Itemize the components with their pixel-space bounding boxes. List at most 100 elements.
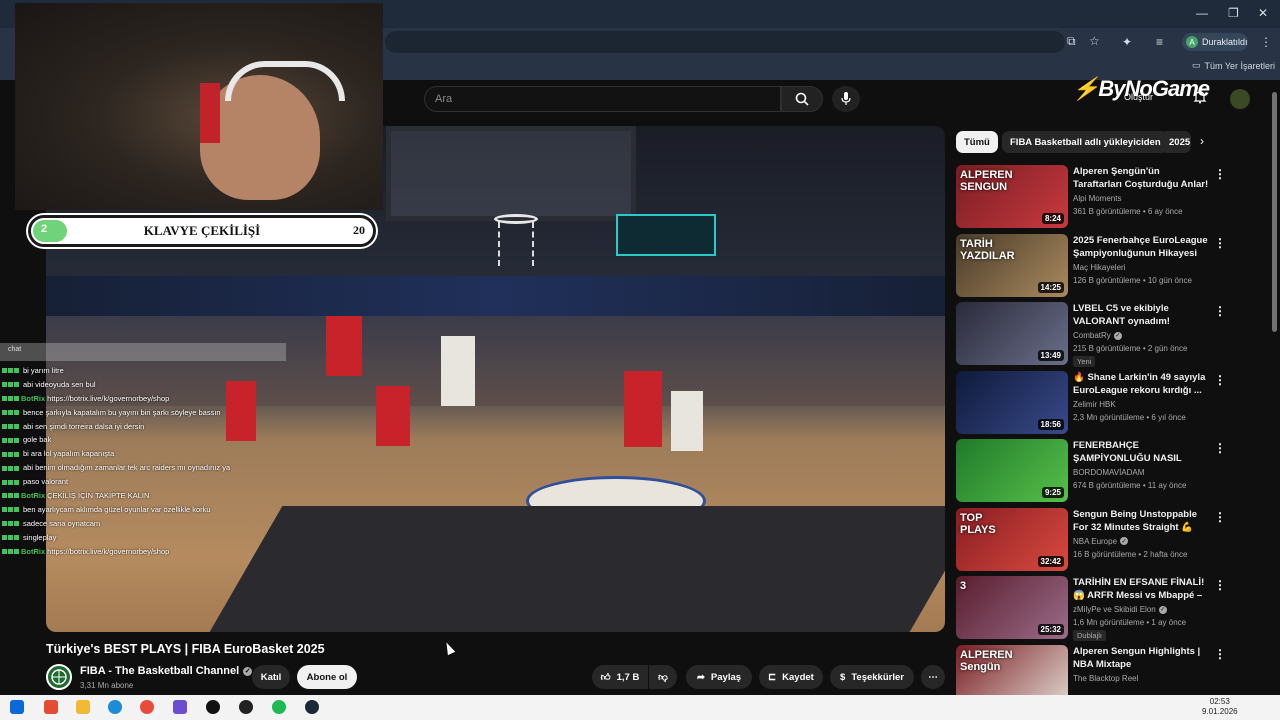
browser-menu-icon[interactable]: ⋮ bbox=[1260, 35, 1272, 49]
chair bbox=[200, 83, 220, 143]
chip-all[interactable]: Tümü bbox=[956, 131, 998, 153]
create-button[interactable]: Oluştur bbox=[1124, 92, 1153, 102]
profile-chip[interactable]: A Duraklatıldı bbox=[1182, 33, 1248, 51]
video-thumbnail[interactable]: 9:25 bbox=[956, 439, 1068, 502]
edge-icon[interactable] bbox=[108, 700, 122, 714]
recommendation-channel[interactable]: NBA Europe ✓ bbox=[1073, 537, 1129, 546]
kebab-menu-icon[interactable]: ⋮ bbox=[1214, 510, 1226, 524]
kebab-menu-icon[interactable]: ⋮ bbox=[1214, 647, 1226, 661]
recommendation-channel[interactable]: BORDOMAVİADAM bbox=[1073, 468, 1144, 477]
install-app-icon[interactable]: ⧉ bbox=[1067, 34, 1076, 49]
recommendation-title[interactable]: FENERBAHÇE ŞAMPİYONLUĞU NASIL KAYBETTİ? … bbox=[1073, 439, 1211, 466]
bookmark-star-icon[interactable]: ☆ bbox=[1089, 34, 1100, 48]
chat-message: singleplay bbox=[2, 531, 302, 545]
recommendation-channel[interactable]: Zelimir HBK bbox=[1073, 400, 1116, 409]
recommendation-title[interactable]: TARİHİN EN EFSANE FİNALİ! 😱 ARFR Messi v… bbox=[1073, 576, 1211, 603]
address-bar[interactable]: ⧉ ☆ bbox=[385, 31, 1100, 53]
save-button[interactable]: ⊏ Kaydet bbox=[759, 665, 823, 689]
thanks-button[interactable]: $ Teşekkürler bbox=[830, 665, 914, 689]
recommendation-channel[interactable]: zMilyPe ve Skibidi Elon ✓ bbox=[1073, 605, 1167, 614]
verified-icon: ✓ bbox=[1158, 605, 1167, 614]
recommendation-title[interactable]: LVBEL C5 ve ekibiyle VALORANT oynadım! bbox=[1073, 302, 1211, 328]
recommendation-item[interactable]: 18:56 🔥 Shane Larkin'in 49 sayıyla EuroLe… bbox=[956, 370, 1268, 435]
discord-icon[interactable] bbox=[173, 700, 187, 714]
video-duration: 18:56 bbox=[1037, 418, 1064, 430]
steam-icon[interactable] bbox=[305, 700, 319, 714]
windows-taskbar bbox=[0, 695, 1280, 720]
account-avatar[interactable] bbox=[1230, 89, 1250, 109]
kebab-menu-icon[interactable]: ⋮ bbox=[1214, 578, 1226, 592]
channel-name[interactable]: FIBA - The Basketball Channel ✓ bbox=[80, 665, 253, 677]
spotify-icon[interactable] bbox=[272, 700, 286, 714]
media-control-icon[interactable]: ≡ bbox=[1156, 35, 1163, 49]
chat-message: ben ayarlıycam aklımda güzel oyunlar var… bbox=[2, 503, 302, 517]
chat-username[interactable]: BotRix bbox=[21, 392, 45, 406]
recommendation-title[interactable]: 🔥 Shane Larkin'in 49 sayıyla EuroLeague … bbox=[1073, 371, 1211, 397]
video-thumbnail[interactable]: ALPEREN SENGUN 8:24 bbox=[956, 165, 1068, 228]
dislike-button[interactable]: 👎︎ bbox=[649, 665, 677, 689]
recommendation-item[interactable]: TOP PLAYS 32:42 Sengun Being Unstoppable F… bbox=[956, 507, 1268, 572]
search-input[interactable]: Ara bbox=[424, 86, 781, 112]
kebab-menu-icon[interactable]: ⋮ bbox=[1214, 441, 1226, 455]
app-icon-7[interactable] bbox=[239, 700, 253, 714]
video-thumbnail[interactable]: 13:49 bbox=[956, 302, 1068, 365]
join-button[interactable]: Katıl bbox=[252, 665, 290, 689]
kebab-menu-icon[interactable]: ⋮ bbox=[1214, 167, 1226, 181]
search-icon bbox=[795, 92, 809, 106]
video-thumbnail[interactable]: TARİH YAZDILAR 14:25 bbox=[956, 233, 1068, 297]
chat-badge-icon bbox=[2, 396, 19, 402]
recommendation-channel[interactable]: CombatRy ✓ bbox=[1073, 331, 1122, 340]
video-thumbnail[interactable]: 18:56 bbox=[956, 370, 1068, 434]
more-actions-button[interactable]: ⋯ bbox=[921, 665, 945, 689]
recommendation-title[interactable]: 2025 Fenerbahçe EuroLeague Şampiyonluğun… bbox=[1073, 234, 1211, 260]
all-bookmarks-button[interactable]: ▭ Tüm Yer İşaretleri bbox=[1192, 60, 1275, 71]
search-button[interactable] bbox=[781, 86, 823, 112]
github-icon[interactable] bbox=[206, 700, 220, 714]
like-button[interactable]: 👍︎ 1,7 B bbox=[592, 665, 648, 689]
subscribe-button[interactable]: Abone ol bbox=[297, 665, 357, 689]
chat-text: paso valorant bbox=[23, 477, 69, 487]
file-explorer-icon[interactable] bbox=[76, 700, 90, 714]
close-icon[interactable]: ✕ bbox=[1258, 6, 1268, 20]
chevron-right-icon[interactable]: › bbox=[1200, 134, 1204, 148]
kebab-menu-icon[interactable]: ⋮ bbox=[1214, 304, 1226, 318]
recommendation-item[interactable]: TARİH YAZDILAR 14:25 2025 Fenerbahçe EuroL… bbox=[956, 233, 1268, 298]
chat-badge-icon bbox=[2, 535, 19, 541]
player-turkey-shooter bbox=[441, 336, 475, 406]
video-thumbnail[interactable]: 3 25:32 bbox=[956, 576, 1068, 639]
share-button[interactable]: ➦ Paylaş bbox=[686, 665, 752, 689]
recommendation-item[interactable]: 13:49 LVBEL C5 ve ekibiyle VALORANT oynad… bbox=[956, 302, 1268, 367]
thumbnail-text: 3 bbox=[960, 580, 967, 592]
recommendation-title[interactable]: Alperen Şengün'ün Taraftarları Coşturduğ… bbox=[1073, 165, 1211, 191]
chrome-icon[interactable] bbox=[140, 700, 154, 714]
page-scrollbar[interactable] bbox=[1272, 92, 1277, 332]
notification-bell-icon[interactable] bbox=[1193, 90, 1207, 104]
minimize-icon[interactable]: — bbox=[1196, 6, 1208, 20]
kebab-menu-icon[interactable]: ⋮ bbox=[1214, 373, 1226, 387]
channel-avatar[interactable] bbox=[46, 664, 72, 690]
restore-icon[interactable]: ❐ bbox=[1228, 6, 1239, 20]
recommendation-title[interactable]: Sengun Being Unstoppable For 32 Minutes … bbox=[1073, 508, 1211, 535]
chip-2025[interactable]: 2025 bbox=[1161, 131, 1191, 153]
recommendation-item[interactable]: 3 25:32 TARİHİN EN EFSANE FİNALİ! 😱 ARFR M… bbox=[956, 576, 1268, 641]
recommendation-channel[interactable]: Alpi Moments bbox=[1073, 194, 1121, 203]
mouse-cursor-icon bbox=[442, 640, 456, 656]
chip-fiba-uploader[interactable]: FIBA Basketball adlı yükleyiciden bbox=[1002, 131, 1169, 153]
chat-username[interactable]: BotRix bbox=[21, 489, 45, 503]
kebab-menu-icon[interactable]: ⋮ bbox=[1214, 236, 1226, 250]
voice-search-button[interactable] bbox=[832, 86, 860, 112]
recommendation-channel[interactable]: Maç Hikayeleri bbox=[1073, 263, 1125, 272]
recommendation-channel[interactable]: The Blacktop Reel bbox=[1073, 674, 1138, 683]
taskbar-clock[interactable]: 02:53 9.01.2026 bbox=[1202, 697, 1238, 717]
chat-header: chat bbox=[0, 343, 286, 361]
app-icon-1[interactable] bbox=[44, 700, 58, 714]
extensions-icon[interactable]: ✦ bbox=[1122, 35, 1132, 49]
recommendation-item[interactable]: 9:25 FENERBAHÇE ŞAMPİYONLUĞU NASIL KAYBET… bbox=[956, 439, 1268, 503]
video-thumbnail[interactable]: TOP PLAYS 32:42 bbox=[956, 507, 1068, 571]
subscriber-count: 3,31 Mn abone bbox=[80, 681, 134, 690]
recommendation-title[interactable]: Alperen Sengun Highlights | NBA Mixtape bbox=[1073, 645, 1211, 671]
chat-username[interactable]: BotRix bbox=[21, 545, 45, 559]
recommendation-item[interactable]: ALPEREN SENGUN 8:24 Alperen Şengün'ün Tara… bbox=[956, 165, 1268, 229]
start-icon[interactable] bbox=[10, 700, 24, 714]
stream-chat: bi yarım litre abi videoyuda sen bul BotRi… bbox=[2, 364, 302, 558]
